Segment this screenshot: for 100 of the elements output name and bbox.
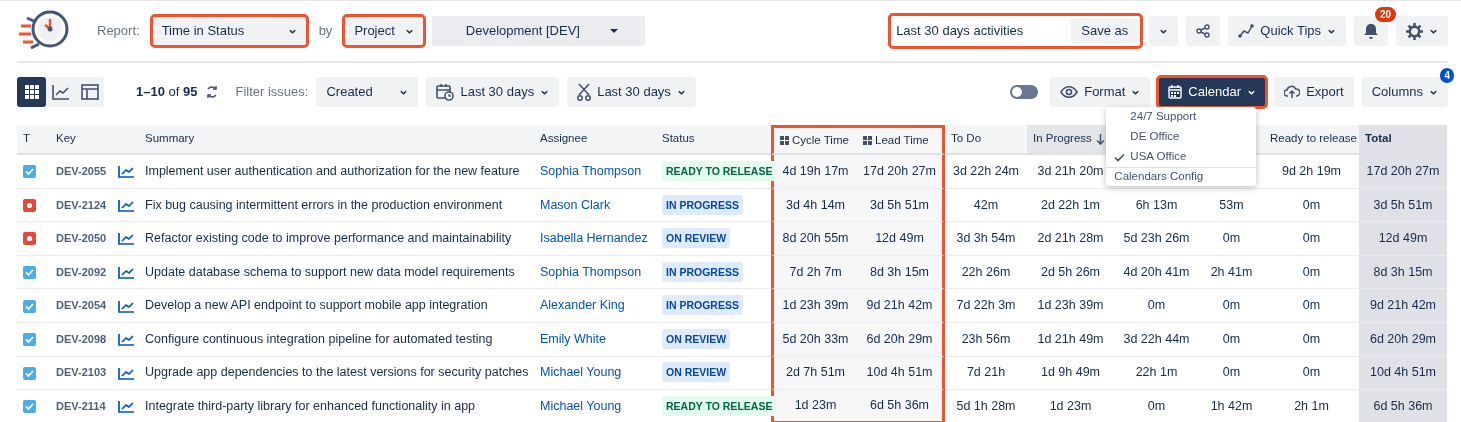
status-lozenge: ON REVIEW: [662, 228, 731, 249]
time-cell: 1d 23h 39m: [771, 289, 857, 323]
summary-cell: Update database schema to support new data model requirements: [139, 255, 534, 290]
assignee-link[interactable]: Alexander King: [540, 298, 625, 313]
share-button[interactable]: [1186, 16, 1221, 46]
summary-cell: Fix bug causing intermittent errors in the production environment: [139, 188, 534, 223]
time-cell: 6d 20h 29m: [1359, 322, 1447, 357]
time-cell: 10d 4h 51m: [1359, 356, 1447, 391]
assignee-link[interactable]: Michael Young: [540, 399, 622, 414]
trend-chart-icon[interactable]: [118, 265, 136, 279]
assignee-link[interactable]: Emily White: [540, 331, 606, 346]
column-header[interactable]: T: [17, 125, 44, 155]
column-header[interactable]: Cycle Time: [771, 125, 857, 155]
column-header[interactable]: Summary: [139, 125, 534, 155]
issue-key[interactable]: DEV-2114: [56, 400, 106, 413]
calendars-config-item[interactable]: Calendars Config: [1106, 167, 1257, 186]
assignee-link[interactable]: Mason Clark: [540, 197, 611, 212]
refresh-icon[interactable]: [205, 85, 220, 99]
report-select[interactable]: Time in Status: [151, 16, 307, 46]
cloud-upload-icon: [1284, 85, 1301, 99]
time-cell: 1d 9h 49m: [1027, 356, 1114, 391]
notifications-button[interactable]: [1354, 16, 1388, 46]
saved-view-field[interactable]: Last 30 days activities Save as: [890, 15, 1142, 47]
resolved-date-button[interactable]: Last 30 days: [567, 77, 696, 107]
summary-cell: Refactor existing code to improve performance and maintainability: [139, 222, 534, 256]
by-label: by: [318, 22, 333, 41]
results-count: 1–10 of 95: [136, 83, 198, 102]
assignee-link[interactable]: Sophia Thompson: [540, 163, 642, 178]
export-button[interactable]: Export: [1274, 77, 1354, 107]
issue-key[interactable]: DEV-2050: [56, 232, 107, 245]
trend-chart-icon[interactable]: [117, 400, 135, 414]
layout-icon: [80, 84, 99, 100]
trend-chart-icon[interactable]: [118, 198, 136, 212]
settings-button[interactable]: [1396, 16, 1448, 46]
time-cell: 8d 3h 15m: [1359, 255, 1447, 290]
created-date-button[interactable]: Last 30 days: [426, 77, 560, 107]
time-cell: 5d 20h 33m: [771, 322, 857, 357]
time-cell: 6d 5h 36m: [1359, 390, 1447, 422]
column-header[interactable]: Total: [1359, 125, 1447, 155]
column-header[interactable]: Key: [44, 125, 139, 155]
saved-view-name: Last 30 days activities: [896, 22, 1024, 41]
time-cell: 8d 20h 55m: [771, 222, 857, 256]
time-cell: 7d 21h: [945, 356, 1027, 391]
time-cell: 1h 42m: [1199, 390, 1264, 422]
format-button[interactable]: Format: [1050, 77, 1151, 107]
status-lozenge: READY TO RELEASE: [662, 160, 777, 181]
grid-icon: [780, 136, 789, 146]
settings-icon: [1406, 22, 1423, 40]
issue-key[interactable]: DEV-2055: [56, 164, 107, 177]
column-header[interactable]: Assignee: [534, 125, 656, 155]
issue-key[interactable]: DEV-2103: [56, 366, 107, 379]
caret-icon: [609, 28, 618, 34]
bug-icon: [23, 232, 36, 246]
trend-chart-icon[interactable]: [118, 299, 136, 313]
story-icon: [23, 165, 36, 179]
summary-cell: Develop a new API endpoint to support mobile app integration: [139, 289, 534, 323]
story-icon: [23, 400, 36, 414]
column-header[interactable]: Lead Time: [857, 125, 945, 155]
summary-cell: Upgrade app dependencies to the latest versions for security patches: [139, 356, 534, 391]
column-header[interactable]: To Do: [945, 125, 1027, 155]
check-icon: [1114, 152, 1126, 162]
time-cell: 3d 22h 44m: [1114, 322, 1199, 357]
toggle-switch[interactable]: [1010, 85, 1039, 99]
calendar-button[interactable]: Calendar: [1158, 77, 1267, 107]
time-cell: 9d 21h 42m: [857, 289, 945, 323]
filter-label: Filter issues:: [235, 83, 309, 102]
quick-tips-button[interactable]: Quick Tips: [1228, 16, 1346, 46]
calendar-clock-icon: [436, 83, 455, 101]
time-cell: 9d 21h 42m: [1359, 289, 1447, 323]
time-cell: 3d 3h 54m: [945, 222, 1027, 256]
time-cell: 6d 5h 36m: [857, 390, 945, 422]
group-select[interactable]: Project: [344, 16, 425, 46]
issue-key[interactable]: DEV-2054: [56, 299, 107, 312]
trend-chart-icon[interactable]: [118, 165, 136, 179]
assignee-link[interactable]: Sophia Thompson: [540, 264, 642, 279]
assignee-link[interactable]: Isabella Hernandez: [540, 231, 648, 246]
issue-key[interactable]: DEV-2098: [56, 332, 107, 345]
time-cell: 6h 13m: [1114, 188, 1199, 223]
assignee-link[interactable]: Michael Young: [540, 365, 622, 380]
menu-item[interactable]: 24/7 Support: [1106, 107, 1257, 127]
save-as-button[interactable]: Save as: [1071, 18, 1139, 44]
trend-chart-icon[interactable]: [118, 232, 136, 246]
time-cell: 2h 41m: [1199, 255, 1264, 290]
share-icon: [1196, 24, 1211, 38]
issue-key[interactable]: DEV-2124: [56, 198, 107, 211]
time-cell: 1d 23h 39m: [1027, 289, 1114, 323]
column-header[interactable]: Status: [656, 125, 771, 155]
issue-key[interactable]: DEV-2092: [56, 265, 107, 278]
column-header[interactable]: Ready to release: [1264, 125, 1359, 155]
summary-cell: Integrate third-party library for enhanced functionality in app: [139, 390, 534, 422]
time-cell: 0m: [1114, 289, 1199, 323]
bug-icon: [23, 198, 36, 212]
grid-icon: [863, 136, 872, 146]
filter-select[interactable]: Created: [316, 77, 419, 107]
trend-chart-icon[interactable]: [118, 333, 136, 347]
project-dropdown[interactable]: Development [DEV]: [432, 16, 646, 46]
trend-chart-icon[interactable]: [118, 366, 136, 380]
status-lozenge: ON REVIEW: [662, 362, 731, 383]
story-icon: [23, 366, 36, 380]
view-mode-button[interactable]: [17, 77, 46, 107]
